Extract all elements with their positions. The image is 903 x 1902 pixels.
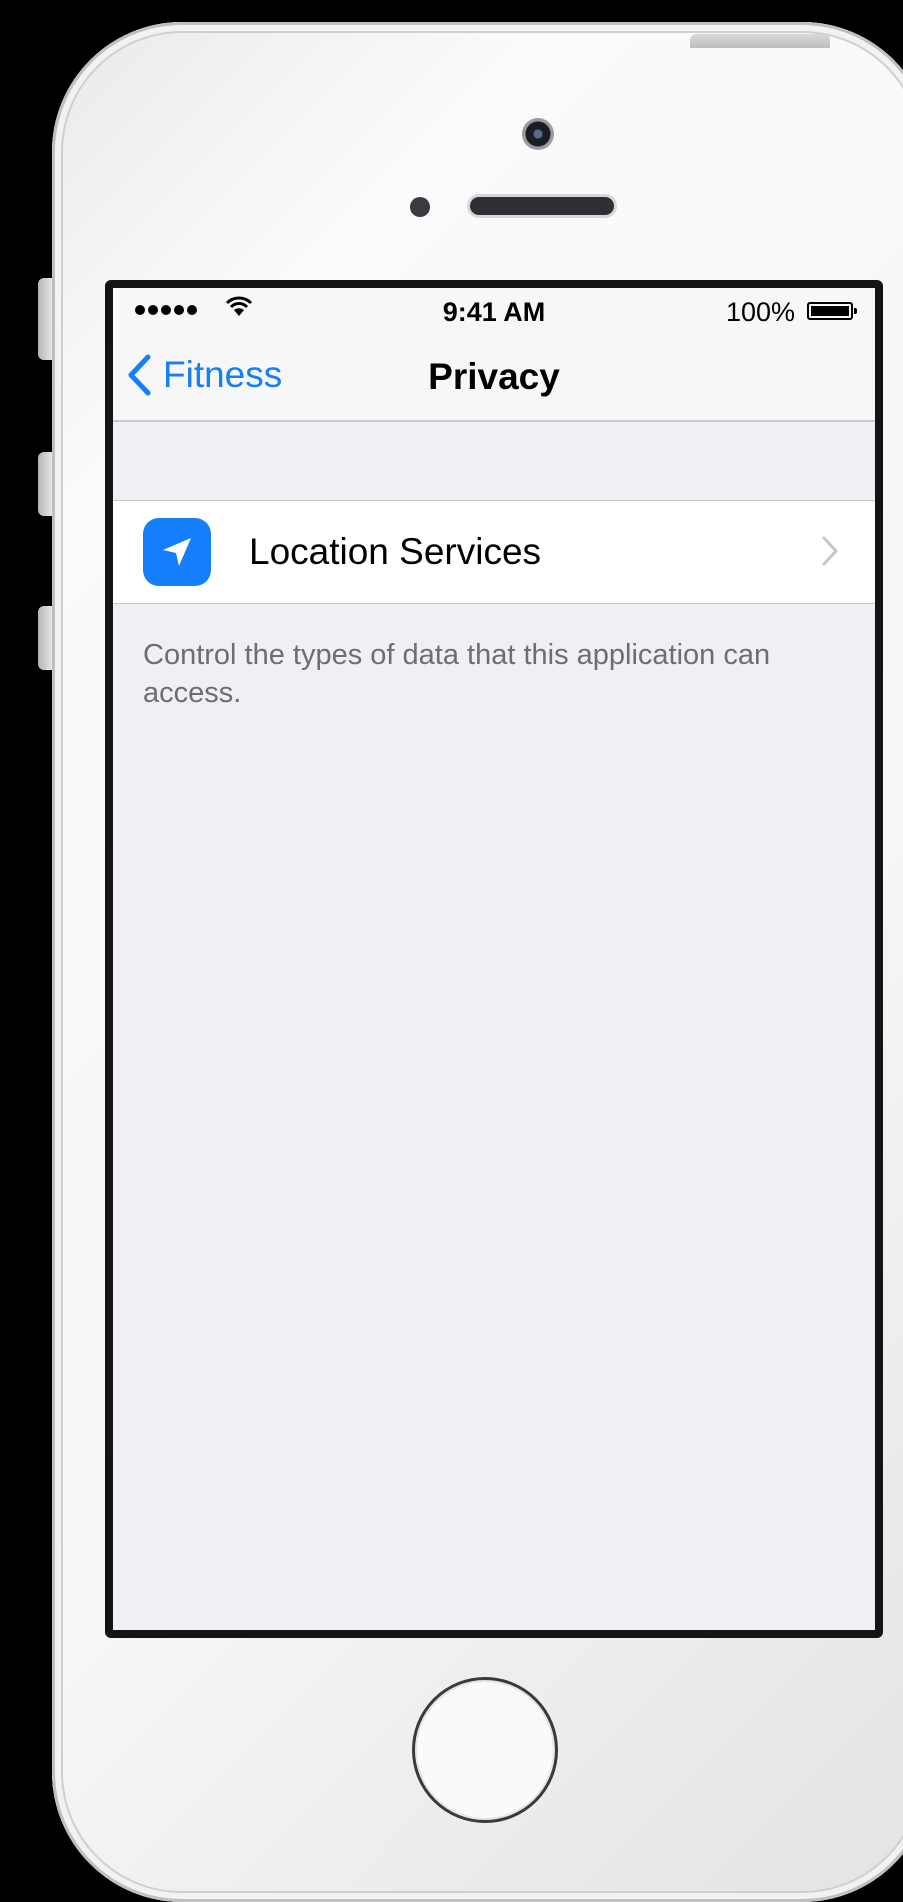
earpiece-speaker <box>470 197 614 215</box>
location-arrow-icon <box>143 518 211 586</box>
navigation-bar: Fitness Privacy <box>113 332 875 422</box>
battery-percent: 100% <box>725 297 795 327</box>
screen: 9:41 AM 100% Fitness Privacy Location Se… <box>105 280 883 1638</box>
sleep-wake-button[interactable] <box>690 34 830 48</box>
chevron-right-icon <box>822 536 838 566</box>
proximity-sensor <box>410 197 430 217</box>
list-item-label: Location Services <box>249 531 542 572</box>
mute-switch[interactable] <box>38 278 52 360</box>
battery-icon <box>807 302 857 320</box>
home-button[interactable] <box>412 1677 558 1823</box>
volume-up-button[interactable] <box>38 452 52 516</box>
volume-down-button[interactable] <box>38 606 52 670</box>
page-title: Privacy <box>428 356 560 397</box>
section-footer-text: Control the types of data that this appl… <box>143 639 771 709</box>
front-camera <box>522 118 554 150</box>
list-item-location-services[interactable]: Location Services <box>113 500 875 604</box>
status-bar: 9:41 AM 100% <box>113 288 875 332</box>
